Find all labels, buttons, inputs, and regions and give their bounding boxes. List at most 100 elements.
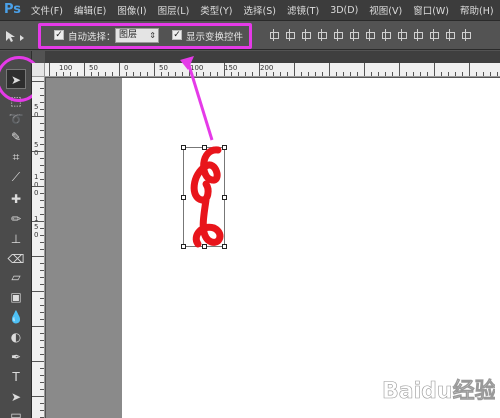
eraser-tool-icon[interactable]: ▱	[6, 267, 26, 287]
ruler-tick	[40, 179, 44, 180]
ruler-left-label: 5	[34, 223, 39, 231]
ruler-tick	[32, 151, 44, 152]
gradient-tool-icon[interactable]: ▣	[6, 287, 26, 307]
align-buttons	[268, 29, 472, 41]
blur-tool-icon[interactable]: 💧	[6, 307, 26, 327]
show-transform-label: 显示变换控件	[186, 32, 244, 43]
pen-tool-icon[interactable]: ✒	[6, 347, 26, 367]
ruler-tick	[40, 95, 44, 96]
document-tab[interactable]	[45, 51, 500, 63]
ruler-tick	[91, 72, 92, 76]
ruler-left-label: 0	[34, 111, 39, 119]
menu-image[interactable]: 图像(I)	[117, 3, 146, 17]
align-right-icon[interactable]	[348, 29, 360, 41]
ruler-tick	[154, 63, 155, 76]
type-tool-icon[interactable]: T	[6, 367, 26, 387]
ruler-left-label: 0	[34, 189, 39, 197]
dodge-tool-icon[interactable]: ◐	[6, 327, 26, 347]
ruler-tick	[40, 158, 44, 159]
ruler-tick	[40, 403, 44, 404]
menu-file[interactable]: 文件(F)	[31, 3, 63, 17]
ruler-tick	[112, 72, 113, 76]
align-top-icon[interactable]	[268, 29, 280, 41]
ruler-tick	[98, 72, 99, 76]
ruler-tick	[462, 72, 463, 76]
eyedropper-tool-icon[interactable]: ⟋	[6, 167, 26, 187]
ruler-tick	[385, 72, 386, 76]
menu-filter[interactable]: 滤镜(T)	[287, 3, 319, 17]
menu-window[interactable]: 窗口(W)	[413, 3, 449, 17]
ruler-tick	[133, 72, 134, 76]
menu-select[interactable]: 选择(S)	[244, 3, 276, 17]
ruler-tick	[357, 72, 358, 76]
ruler-tick	[40, 298, 44, 299]
tool-preset-picker[interactable]	[3, 28, 31, 44]
ruler-top-label: 50	[89, 64, 98, 72]
crop-tool-icon[interactable]: ⌗	[6, 147, 26, 167]
ruler-origin[interactable]	[32, 63, 45, 77]
shape-tool-icon[interactable]: ▭	[6, 405, 26, 418]
ruler-tick	[378, 72, 379, 76]
history-brush-tool-icon[interactable]: ⌫	[6, 249, 26, 269]
distribute-vcenter-icon[interactable]	[380, 29, 392, 41]
auto-select-value: 图层	[119, 30, 138, 40]
brush-tool-icon[interactable]: ✏	[6, 209, 26, 229]
photoshop-logo: Ps	[4, 2, 22, 17]
auto-select-checkbox[interactable]: ✓	[54, 30, 64, 40]
ruler-left-label: 1	[34, 173, 39, 181]
ruler-tick	[105, 72, 106, 76]
ruler-tick	[49, 63, 50, 76]
ruler-left[interactable]: 5 0 5 0 1 0 0 1 5 0	[32, 77, 45, 418]
distribute-left-icon[interactable]	[412, 29, 424, 41]
auto-align-icon[interactable]	[460, 29, 472, 41]
ruler-tick	[350, 72, 351, 76]
ruler-tick	[84, 63, 85, 76]
distribute-hcenter-icon[interactable]	[428, 29, 440, 41]
ruler-tick	[308, 72, 309, 76]
clone-stamp-tool-icon[interactable]: ⊥	[6, 229, 26, 249]
ruler-tick	[40, 102, 44, 103]
ruler-tick	[252, 72, 253, 76]
ruler-tick	[40, 305, 44, 306]
menu-type[interactable]: 类型(Y)	[200, 3, 232, 17]
ruler-tick	[40, 193, 44, 194]
menu-edit[interactable]: 编辑(E)	[74, 3, 106, 17]
menu-3d[interactable]: 3D(D)	[330, 5, 358, 16]
ruler-tick	[32, 396, 44, 397]
menu-help[interactable]: 帮助(H)	[460, 3, 494, 17]
toolbox: ➤ ⬚ ➰ ✎ ⌗ ⟋ ✚ ✏ ⊥ ⌫ ▱ ▣ 💧 ◐ ✒ T ➤ ▭	[0, 51, 32, 418]
ruler-tick	[40, 123, 44, 124]
distribute-bottom-icon[interactable]	[396, 29, 408, 41]
align-vcenter-icon[interactable]	[284, 29, 296, 41]
ruler-tick	[40, 200, 44, 201]
ruler-tick	[294, 63, 295, 76]
ruler-tick	[434, 63, 435, 76]
ruler-tick	[40, 389, 44, 390]
ruler-tick	[490, 72, 491, 76]
ruler-tick	[301, 72, 302, 76]
align-bottom-icon[interactable]	[300, 29, 312, 41]
lasso-tool-icon[interactable]: ➰	[6, 109, 26, 129]
path-select-tool-icon[interactable]: ➤	[6, 387, 26, 407]
menu-layer[interactable]: 图层(L)	[158, 3, 190, 17]
distribute-right-icon[interactable]	[444, 29, 456, 41]
red-glyph-layer[interactable]	[178, 140, 234, 256]
healing-brush-tool-icon[interactable]: ✚	[6, 189, 26, 209]
align-left-icon[interactable]	[316, 29, 328, 41]
ruler-top[interactable]: 100 50 0 50 100 150 200	[45, 63, 500, 77]
ruler-tick	[40, 368, 44, 369]
auto-select-dropdown[interactable]: 图层 ⇕	[115, 28, 159, 43]
ruler-tick	[483, 72, 484, 76]
ruler-tick	[420, 72, 421, 76]
baidu-watermark: Baidu经验	[382, 378, 495, 405]
show-transform-checkbox[interactable]: ✓	[172, 30, 182, 40]
quick-select-tool-icon[interactable]: ✎	[6, 127, 26, 147]
watermark-text: Baidu经验	[382, 378, 495, 404]
distribute-top-icon[interactable]	[364, 29, 376, 41]
ruler-tick	[40, 347, 44, 348]
ruler-tick	[231, 72, 232, 76]
align-hcenter-icon[interactable]	[332, 29, 344, 41]
ruler-tick	[273, 72, 274, 76]
ruler-tick	[32, 221, 44, 222]
menu-view[interactable]: 视图(V)	[369, 3, 402, 17]
